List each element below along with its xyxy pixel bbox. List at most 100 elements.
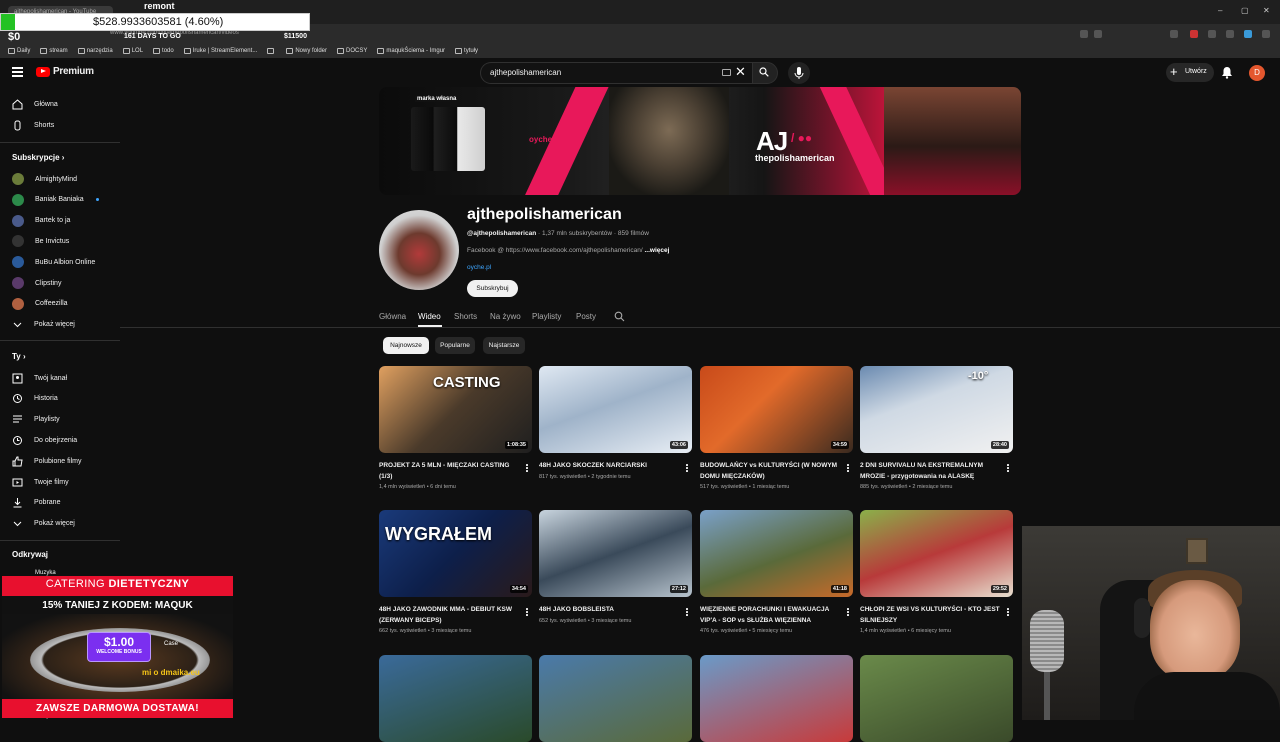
video-thumbnail[interactable]: CASTING 1:08:35 — [379, 366, 532, 453]
sidebar-item[interactable]: Historia — [12, 392, 58, 406]
bookmark-item[interactable]: LOL — [122, 48, 143, 54]
video-thumbnail[interactable]: 41:18 — [700, 510, 853, 597]
channel-description[interactable]: Facebook @ https://www.facebook.com/ajth… — [467, 247, 669, 254]
video-more-icon[interactable] — [685, 464, 689, 473]
sort-chip[interactable]: Popularne — [435, 337, 475, 354]
sidebar-item[interactable]: Do obejrzenia — [12, 433, 77, 447]
video-thumbnail[interactable]: 29:52 — [860, 510, 1013, 597]
sidebar-item[interactable]: BuBu Albion Online — [12, 255, 95, 269]
sidebar-item[interactable]: AlmightyMind — [12, 172, 77, 186]
ad-headline: CATERING DIETETYCZNY — [2, 578, 233, 595]
extension-icon[interactable] — [1170, 30, 1178, 38]
tab-2[interactable]: Shorts — [454, 312, 477, 321]
sidebar-item[interactable]: Coffeezilla — [12, 297, 68, 311]
search-input[interactable] — [490, 68, 710, 77]
bookmark-item[interactable]: Nowy folder — [286, 48, 327, 54]
video-thumbnail[interactable] — [700, 655, 853, 742]
clear-search-icon[interactable]: ✕ — [735, 64, 746, 80]
video-thumbnail[interactable]: -10° 28:40 — [860, 366, 1013, 453]
channel-avatar[interactable] — [379, 210, 459, 290]
extension-icon[interactable] — [1244, 30, 1252, 38]
bookmark-item[interactable]: maqukŚciema - Imgur — [377, 48, 445, 54]
video-thumbnail[interactable]: 27:12 — [539, 510, 692, 597]
voice-search-button[interactable] — [788, 62, 810, 84]
video-more-icon[interactable] — [846, 608, 850, 617]
tab-5[interactable]: Posty — [576, 312, 596, 321]
hamburger-menu-icon[interactable] — [12, 67, 23, 77]
sidebar-heading-you[interactable]: Ty › — [12, 352, 26, 361]
sort-chip[interactable]: Najstarsze — [483, 337, 525, 354]
tab-4[interactable]: Playlisty — [532, 312, 561, 321]
video-thumbnail[interactable] — [379, 655, 532, 742]
bookmark-item[interactable]: stream — [40, 48, 68, 54]
video-more-icon[interactable] — [846, 464, 850, 473]
video-more-icon[interactable] — [685, 608, 689, 617]
video-thumbnail[interactable] — [539, 655, 692, 742]
extension-icon[interactable] — [1080, 30, 1088, 38]
sidebar-item[interactable]: Baniak Baniaka — [12, 193, 84, 207]
video-title[interactable]: WIĘZIENNE PORACHUNKI I EWAKUACJA VIP'A -… — [700, 605, 840, 626]
sidebar-item[interactable]: Twoje filmy — [12, 475, 69, 489]
donation-goal-start: $0 — [8, 31, 21, 43]
video-views: 517 tys. wyświetleń — [700, 484, 748, 490]
search-box[interactable] — [480, 62, 752, 84]
bookmark-item[interactable]: Daily — [8, 48, 30, 54]
sidebar-item[interactable]: Playlisty — [12, 413, 60, 427]
sidebar-item[interactable]: Shorts — [12, 118, 54, 132]
video-title[interactable]: 48H JAKO ZAWODNIK MMA - DEBIUT KSW (ZERW… — [379, 605, 519, 626]
bookmark-item[interactable]: DOCSY — [337, 48, 367, 54]
tab-3[interactable]: Na żywo — [490, 312, 521, 321]
browser-menu-icon[interactable] — [1262, 30, 1270, 38]
notifications-bell-icon[interactable] — [1221, 66, 1233, 79]
video-thumbnail[interactable] — [860, 655, 1013, 742]
extension-icon[interactable] — [1208, 30, 1216, 38]
sidebar-item[interactable]: Pobrane — [12, 496, 60, 510]
bookmark-item[interactable]: todo — [153, 48, 174, 54]
tab-0[interactable]: Główna — [379, 312, 406, 321]
cam-mic-stand — [1044, 672, 1050, 720]
sidebar-item[interactable]: Pokaż więcej — [12, 516, 75, 530]
video-more-icon[interactable] — [1006, 464, 1010, 473]
sort-chip[interactable]: Najnowsze — [383, 337, 429, 354]
youtube-premium-logo[interactable]: Premium — [36, 66, 94, 77]
bookmark-item[interactable]: narzędzia — [77, 48, 113, 54]
sidebar-item[interactable]: Twój kanał — [12, 371, 67, 385]
plus-icon: + — [1170, 64, 1178, 79]
video-more-icon[interactable] — [525, 608, 529, 617]
video-title[interactable]: BUDOWLAŃCY vs KULTURYŚCI (W NOWYM DOMU M… — [700, 461, 840, 482]
extension-icon[interactable] — [1226, 30, 1234, 38]
channel-link[interactable]: oyche.pl — [467, 264, 491, 271]
channel-search-icon[interactable] — [614, 311, 625, 322]
video-title[interactable]: CHŁOPI ZE WSI VS KULTURYŚCI - KTO JEST S… — [860, 605, 1000, 626]
sidebar-item[interactable]: Clipstiny — [12, 276, 61, 290]
maximize-icon[interactable]: ▢ — [1241, 6, 1249, 15]
account-avatar[interactable]: D — [1249, 65, 1265, 81]
sidebar-item[interactable]: Główna — [12, 97, 58, 111]
video-thumbnail[interactable]: 43:06 — [539, 366, 692, 453]
sidebar-item[interactable]: Bartek to ja — [12, 214, 70, 228]
video-title[interactable]: PROJEKT ZA 5 MLN - MIĘCZAKI CASTING (1/3… — [379, 461, 519, 482]
video-title[interactable]: 2 DNI SURVIVALU NA EKSTREMALNYM MROZIE -… — [860, 461, 1000, 482]
video-thumbnail[interactable]: 34:59 — [700, 366, 853, 453]
bookmark-star-icon[interactable] — [1094, 30, 1102, 38]
video-thumbnail[interactable]: WYGRAŁEM 34:54 — [379, 510, 532, 597]
video-title[interactable]: 48H JAKO SKOCZEK NARCIARSKI — [539, 461, 679, 472]
bookmark-item[interactable]: tytuły — [455, 48, 478, 54]
bookmark-item[interactable] — [267, 48, 276, 54]
sidebar-item[interactable]: Pokaż więcej — [12, 317, 75, 331]
sidebar-item[interactable]: Be Invictus — [12, 234, 69, 248]
keyboard-icon[interactable] — [722, 69, 731, 76]
description-more-link[interactable]: ...więcej — [645, 247, 670, 254]
video-more-icon[interactable] — [1006, 608, 1010, 617]
bookmark-item[interactable]: Iruke | StreamElement... — [183, 48, 257, 54]
tab-1[interactable]: Wideo — [418, 312, 441, 321]
subscribe-button[interactable]: Subskrybuj — [467, 280, 518, 297]
video-more-icon[interactable] — [525, 464, 529, 473]
video-title[interactable]: 48H JAKO BOBSLEISTA — [539, 605, 679, 616]
close-window-icon[interactable]: ✕ — [1263, 6, 1270, 15]
sidebar-item[interactable]: Polubione filmy — [12, 454, 81, 468]
extension-icon[interactable] — [1190, 30, 1198, 38]
sidebar-item-label: Główna — [34, 100, 58, 108]
minimize-icon[interactable]: – — [1218, 6, 1222, 15]
sidebar-heading-subscriptions[interactable]: Subskrypcje › — [12, 153, 64, 162]
